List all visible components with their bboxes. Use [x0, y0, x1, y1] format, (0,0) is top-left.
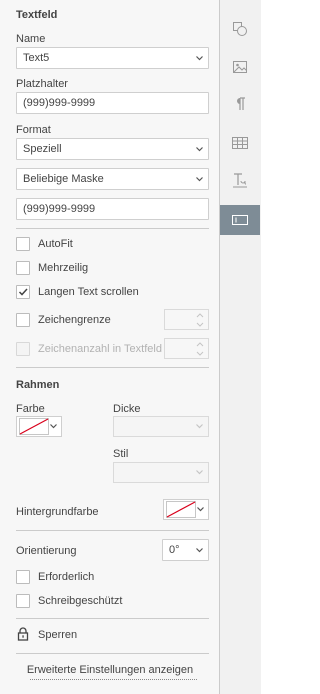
chevron-down-icon: [196, 548, 203, 553]
panel-title: Textfeld: [16, 9, 58, 21]
frame-width-select: [113, 416, 209, 437]
text-art-settings-icon: [233, 173, 247, 188]
shape-settings-tab[interactable]: [220, 14, 260, 44]
readonly-label: Schreibgeschützt: [38, 595, 123, 607]
comb-checkbox: [16, 342, 30, 356]
table-settings-icon: [232, 137, 248, 149]
divider: [16, 618, 209, 619]
format-select[interactable]: Speziell: [16, 138, 209, 160]
scroll-checkbox[interactable]: [16, 285, 30, 299]
chevron-down-icon: [196, 177, 203, 182]
chevron-down-icon: [196, 424, 203, 429]
frame-color-button[interactable]: [16, 416, 62, 437]
image-settings-icon: [233, 61, 247, 73]
chevron-down-icon: [50, 424, 57, 429]
lock-label: Sperren: [38, 629, 78, 641]
frame-width-label: Dicke: [113, 403, 141, 415]
background-color-button[interactable]: [163, 499, 209, 520]
paragraph-settings-icon: [237, 97, 245, 110]
spin-down-icon: [196, 351, 204, 356]
advanced-settings-link[interactable]: Erweiterte Einstellungen anzeigen: [0, 664, 220, 676]
lock-icon: [17, 627, 29, 641]
charlimit-checkbox[interactable]: [16, 313, 30, 327]
orientation-value: 0°: [169, 544, 180, 556]
multiline-checkbox[interactable]: [16, 261, 30, 275]
chevron-down-icon: [196, 147, 203, 152]
comb-label: Zeichenanzahl in Textfeld: [38, 343, 162, 355]
divider: [16, 228, 209, 229]
background-color-label: Hintergrundfarbe: [16, 506, 99, 518]
textfield-settings-panel: Textfeld Name Text5 Platzhalter (999)999…: [0, 0, 220, 694]
frame-title: Rahmen: [16, 379, 60, 391]
divider: [16, 367, 209, 368]
frame-style-label: Stil: [113, 448, 129, 460]
charlimit-spinner: [164, 309, 209, 330]
required-checkbox[interactable]: [16, 570, 30, 584]
name-value: Text5: [23, 52, 50, 64]
frame-style-select: [113, 462, 209, 483]
placeholder-label: Platzhalter: [16, 78, 68, 90]
spin-up-icon: [196, 313, 204, 318]
text-art-settings-tab[interactable]: [220, 165, 260, 195]
multiline-label: Mehrzeilig: [38, 262, 89, 274]
mask-input[interactable]: (999)999-9999: [16, 198, 209, 220]
format-label: Format: [16, 124, 51, 136]
link-underline: [30, 679, 197, 680]
chevron-down-icon: [196, 56, 203, 61]
spin-down-icon: [196, 322, 204, 327]
spin-up-icon: [196, 342, 204, 347]
no-color-swatch-icon: [19, 418, 49, 435]
required-label: Erforderlich: [38, 571, 95, 583]
placeholder-input[interactable]: (999)999-9999: [16, 92, 209, 114]
lock-button[interactable]: Sperren: [16, 627, 116, 643]
chevron-down-icon: [196, 470, 203, 475]
placeholder-value: (999)999-9999: [23, 97, 96, 109]
name-label: Name: [16, 33, 46, 45]
readonly-checkbox[interactable]: [16, 594, 30, 608]
name-combo[interactable]: Text5: [16, 47, 209, 69]
comb-spinner: [164, 338, 209, 359]
autofit-label: AutoFit: [38, 238, 73, 250]
frame-color-label: Farbe: [16, 403, 45, 415]
mask-value: (999)999-9999: [23, 203, 96, 215]
no-color-swatch-icon: [166, 501, 196, 518]
divider: [16, 530, 209, 531]
orientation-label: Orientierung: [16, 545, 77, 557]
shape-settings-icon: [233, 22, 247, 36]
mask-select[interactable]: Beliebige Maske: [16, 168, 209, 190]
autofit-checkbox[interactable]: [16, 237, 30, 251]
image-settings-tab[interactable]: [220, 52, 260, 82]
right-settings-rail: [220, 0, 261, 694]
checkmark-icon: [18, 288, 28, 296]
chevron-down-icon: [197, 507, 204, 512]
table-settings-tab[interactable]: [220, 128, 260, 158]
divider: [16, 653, 209, 654]
form-field-settings-icon: [232, 215, 248, 225]
format-value: Speziell: [23, 143, 62, 155]
mask-type-value: Beliebige Maske: [23, 173, 104, 185]
orientation-select[interactable]: 0°: [162, 539, 209, 561]
scroll-label: Langen Text scrollen: [38, 286, 139, 298]
form-field-settings-tab[interactable]: [220, 205, 260, 235]
paragraph-settings-tab[interactable]: [220, 89, 260, 119]
charlimit-label: Zeichengrenze: [38, 314, 111, 326]
